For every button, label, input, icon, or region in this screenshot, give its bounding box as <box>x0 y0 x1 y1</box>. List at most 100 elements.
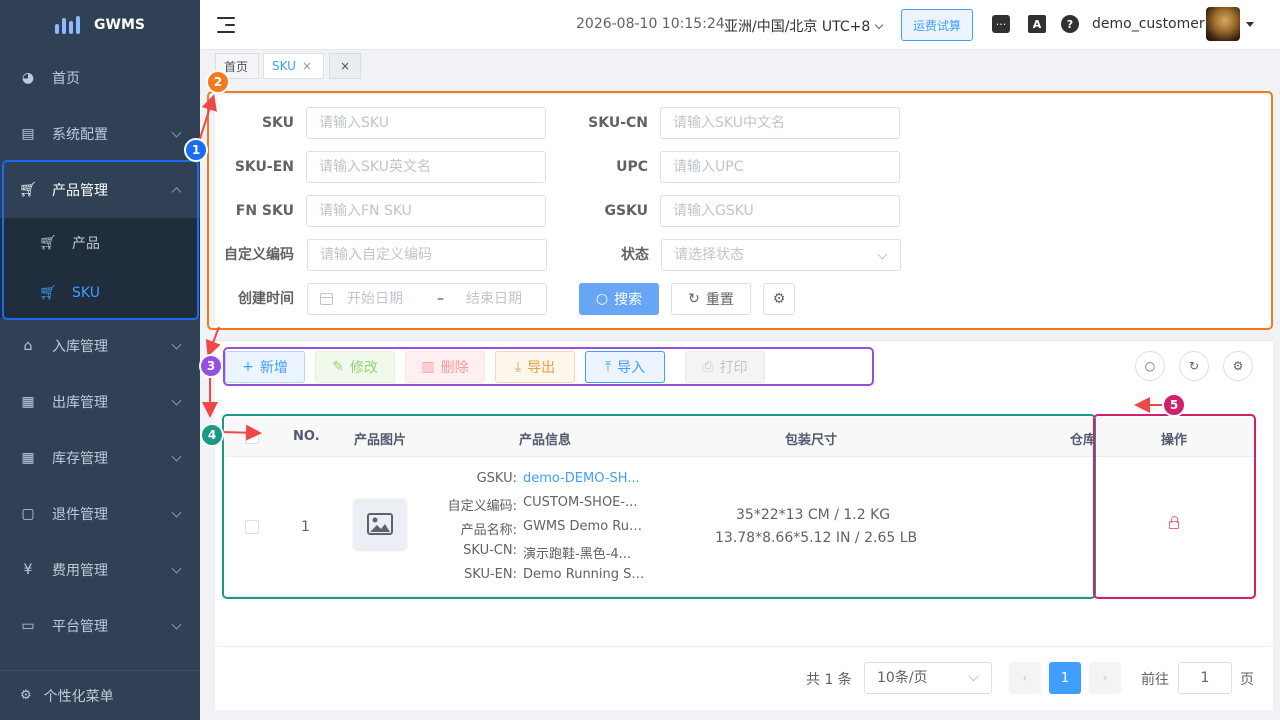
toggle-search-button[interactable]: ○ <box>1135 351 1165 381</box>
page-size-select[interactable]: 10条/页 <box>864 662 992 694</box>
add-button[interactable]: + 新增 <box>225 351 305 383</box>
gsku-link[interactable]: demo-DEMO-SH... <box>523 471 647 486</box>
edit-button[interactable]: ✎ 修改 <box>315 351 395 383</box>
tag-sku[interactable]: SKU × <box>263 53 324 79</box>
annotation-badge-3: 3 <box>199 354 223 378</box>
timezone-label: 亚洲/中国/北京 UTC+8 <box>724 19 871 35</box>
sidebar-item-outbound[interactable]: ▦ 出库管理 <box>0 374 200 430</box>
sidebar-item-label: 出库管理 <box>52 395 108 411</box>
fn-sku-input[interactable]: 请输入FN SKU <box>306 195 546 227</box>
fn-sku-label: FN SKU <box>235 203 294 219</box>
dashboard-icon: ◕ <box>21 70 35 86</box>
refresh-button[interactable]: ↻ <box>1179 351 1209 381</box>
import-button[interactable]: ⤒ 导入 <box>585 351 665 383</box>
sidebar-item-product[interactable]: 🛒︎ 产品 <box>0 218 200 268</box>
status-select[interactable]: 请选择状态 <box>661 239 901 271</box>
tag-label: 首页 <box>224 59 249 74</box>
gear-icon: ⚙ <box>20 688 32 703</box>
sku-en-input[interactable]: 请输入SKU英文名 <box>306 151 546 183</box>
info-key: GSKU: <box>476 471 517 486</box>
created-date-range[interactable]: 开始日期 – 结束日期 <box>307 283 547 315</box>
search-form: SKU 请输入SKU SKU-CN 请输入SKU中文名 SKU-EN 请输入SK… <box>215 95 1273 330</box>
upload-icon: ⤒ <box>604 359 612 375</box>
edit-button-label: 修改 <box>349 360 378 376</box>
avatar[interactable] <box>1206 7 1240 41</box>
trash-icon: ▥ <box>421 359 435 375</box>
current-datetime: 2026-08-10 10:15:24 <box>576 16 725 32</box>
app-logo[interactable]: GWMS <box>0 0 200 50</box>
delete-button[interactable]: ▥ 删除 <box>405 351 485 383</box>
sidebar-item-inventory[interactable]: ▦ 库存管理 <box>0 430 200 486</box>
chevron-left-icon: ‹ <box>1022 670 1028 686</box>
import-button-label: 导入 <box>617 360 646 376</box>
sidebar-item-label: 费用管理 <box>52 563 108 579</box>
language-icon[interactable]: A <box>1028 15 1046 33</box>
sidebar-item-sku[interactable]: 🛒︎ SKU <box>0 268 200 318</box>
edit-icon: ✎ <box>332 359 344 375</box>
add-button-label: 新增 <box>259 360 288 376</box>
chevron-down-icon <box>877 249 888 260</box>
search-button-label: 搜索 <box>614 292 643 308</box>
reset-button[interactable]: ↻ 重置 <box>671 283 751 315</box>
sidebar: GWMS ◕ 首页 ▤ 系统配置 🛒︎ 产品管理 🛒︎ 产品 🛒︎ SKU ⌂ … <box>0 0 200 720</box>
help-icon[interactable]: ? <box>1061 15 1079 33</box>
column-header-info: 产品信息 <box>519 433 572 448</box>
lock-icon[interactable] <box>1169 516 1179 529</box>
row-checkbox[interactable] <box>245 520 259 534</box>
menu-toggle-icon[interactable] <box>217 17 235 33</box>
search-settings-button[interactable]: ⚙ <box>763 283 795 315</box>
sidebar-item-label: 首页 <box>52 71 80 87</box>
sidebar-item-product-management[interactable]: 🛒︎ 产品管理 <box>0 162 200 218</box>
sidebar-item-system-config[interactable]: ▤ 系统配置 <box>0 106 200 162</box>
next-page-button[interactable]: › <box>1089 662 1121 694</box>
sku-cn-input[interactable]: 请输入SKU中文名 <box>660 107 900 139</box>
image-icon <box>367 513 393 535</box>
print-button[interactable]: ⎙ 打印 <box>685 351 765 383</box>
custom-code-label: 自定义编码 <box>224 247 294 263</box>
table-header: NO. 产品图片 产品信息 包装尺寸 仓库 操作 <box>225 417 1255 457</box>
sidebar-item-inbound[interactable]: ⌂ 入库管理 <box>0 318 200 374</box>
upc-label: UPC <box>616 159 648 175</box>
chevron-down-icon <box>171 339 182 350</box>
upc-input[interactable]: 请输入UPC <box>660 151 900 183</box>
column-header-warehouse: 仓库 <box>1070 433 1097 448</box>
select-all-checkbox[interactable] <box>245 430 259 444</box>
personalize-menu-button[interactable]: ⚙ 个性化菜单 <box>0 670 200 720</box>
package-size-metric: 35*22*13 CM / 1.2 KG <box>736 507 891 523</box>
sku-input[interactable]: 请输入SKU <box>306 107 546 139</box>
close-icon[interactable]: × <box>302 59 312 73</box>
sidebar-item-platform[interactable]: ▭ 平台管理 <box>0 598 200 654</box>
cart-icon: 🛒︎ <box>19 182 37 198</box>
print-button-label: 打印 <box>719 360 748 376</box>
search-button[interactable]: ○ 搜索 <box>579 283 659 315</box>
refresh-icon: ↻ <box>1188 359 1200 373</box>
timezone-select[interactable]: 亚洲/中国/北京 UTC+8 <box>724 16 884 36</box>
custom-code-input[interactable]: 请输入自定义编码 <box>307 239 547 271</box>
product-submenu: 🛒︎ 产品 🛒︎ SKU <box>0 218 200 318</box>
goto-page-input[interactable]: 1 <box>1178 662 1232 694</box>
export-button[interactable]: ⤓ 导出 <box>495 351 575 383</box>
freight-calculator-button[interactable]: 运费试算 <box>901 9 973 41</box>
start-date-placeholder[interactable]: 开始日期 <box>347 284 403 314</box>
sidebar-item-fees[interactable]: ¥ 费用管理 <box>0 542 200 598</box>
column-settings-button[interactable]: ⚙ <box>1223 351 1253 381</box>
pagination-total: 共 1 条 <box>806 672 852 688</box>
sidebar-item-home[interactable]: ◕ 首页 <box>0 50 200 106</box>
tag-label: SKU <box>272 59 296 73</box>
page-size-value: 10条/页 <box>877 670 928 686</box>
sidebar-item-returns[interactable]: ▢ 退件管理 <box>0 486 200 542</box>
close-all-tags-button[interactable]: × <box>329 53 361 79</box>
caret-down-icon[interactable] <box>1246 22 1254 27</box>
message-icon[interactable]: ··· <box>992 15 1010 33</box>
page-number-button[interactable]: 1 <box>1049 662 1081 694</box>
home-icon: ⌂ <box>23 338 33 354</box>
annotation-badge-5: 5 <box>1162 393 1186 417</box>
chevron-down-icon <box>875 20 884 30</box>
annotation-badge-2: 2 <box>206 70 230 94</box>
end-date-placeholder[interactable]: 结束日期 <box>466 284 522 314</box>
gsku-input[interactable]: 请输入GSKU <box>660 195 900 227</box>
username[interactable]: demo_customer <box>1092 16 1205 32</box>
product-image-placeholder[interactable] <box>354 499 406 549</box>
prev-page-button[interactable]: ‹ <box>1009 662 1041 694</box>
page-suffix: 页 <box>1240 672 1254 688</box>
